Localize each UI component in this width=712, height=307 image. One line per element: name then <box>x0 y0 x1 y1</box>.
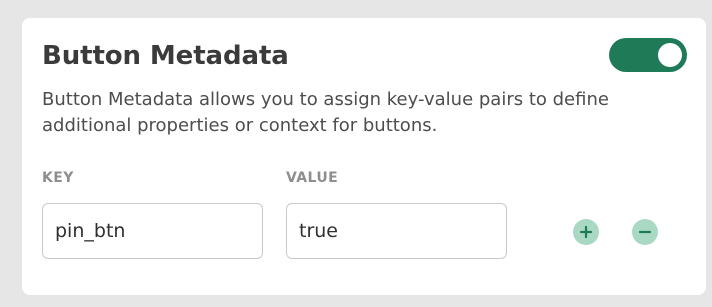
plus-icon <box>579 225 593 239</box>
add-row-button[interactable] <box>573 219 599 245</box>
key-column-label: KEY <box>42 170 74 186</box>
value-column-label: VALUE <box>286 170 339 186</box>
metadata-key-input[interactable] <box>42 203 263 259</box>
metadata-value-input[interactable] <box>286 203 507 259</box>
section-description: Button Metadata allows you to assign key… <box>42 89 609 136</box>
remove-row-button[interactable] <box>632 219 658 245</box>
minus-icon <box>638 230 652 234</box>
button-metadata-card: Button Metadata Button Metadata allows y… <box>22 18 706 295</box>
toggle-knob <box>658 43 682 67</box>
metadata-toggle[interactable] <box>609 38 687 72</box>
section-title: Button Metadata <box>42 41 289 71</box>
